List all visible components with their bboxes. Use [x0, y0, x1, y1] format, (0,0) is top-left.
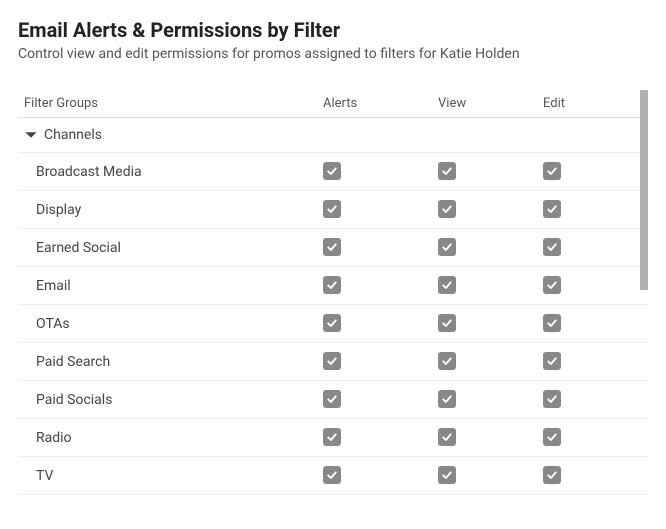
- cell-alerts: [323, 390, 438, 409]
- checkbox-alerts[interactable]: [323, 162, 341, 180]
- col-header-filter-groups: Filter Groups: [18, 96, 323, 111]
- checkbox-edit[interactable]: [543, 162, 561, 180]
- table-header: Filter Groups Alerts View Edit: [18, 90, 648, 118]
- cell-edit: [543, 428, 633, 447]
- cell-view: [438, 466, 543, 485]
- group-row-channels[interactable]: Channels: [18, 118, 648, 153]
- checkbox-alerts[interactable]: [323, 390, 341, 408]
- cell-view: [438, 238, 543, 257]
- table-row: Email: [18, 267, 648, 305]
- checkbox-alerts[interactable]: [323, 314, 341, 332]
- cell-edit: [543, 390, 633, 409]
- cell-alerts: [323, 162, 438, 181]
- checkbox-view[interactable]: [438, 276, 456, 294]
- checkbox-view[interactable]: [438, 162, 456, 180]
- cell-alerts: [323, 238, 438, 257]
- cell-alerts: [323, 466, 438, 485]
- checkbox-view[interactable]: [438, 314, 456, 332]
- cell-edit: [543, 238, 633, 257]
- row-label: TV: [18, 468, 323, 484]
- cell-edit: [543, 314, 633, 333]
- col-header-alerts: Alerts: [323, 96, 438, 111]
- row-label: Radio: [18, 430, 323, 446]
- col-header-view: View: [438, 96, 543, 111]
- row-label: Display: [18, 202, 323, 218]
- cell-view: [438, 200, 543, 219]
- col-header-edit: Edit: [543, 96, 633, 111]
- checkbox-edit[interactable]: [543, 314, 561, 332]
- checkbox-alerts[interactable]: [323, 276, 341, 294]
- table-row: OTAs: [18, 305, 648, 343]
- checkbox-view[interactable]: [438, 390, 456, 408]
- cell-alerts: [323, 314, 438, 333]
- scrollbar-thumb[interactable]: [640, 90, 648, 290]
- checkbox-edit[interactable]: [543, 238, 561, 256]
- cell-view: [438, 162, 543, 181]
- checkbox-edit[interactable]: [543, 428, 561, 446]
- checkbox-alerts[interactable]: [323, 200, 341, 218]
- row-label: Paid Search: [18, 354, 323, 370]
- cell-alerts: [323, 276, 438, 295]
- page-subtitle: Control view and edit permissions for pr…: [18, 46, 648, 62]
- row-label: Paid Socials: [18, 392, 323, 408]
- scrollbar-track[interactable]: [640, 90, 648, 500]
- table-row: Broadcast Media: [18, 153, 648, 191]
- checkbox-view[interactable]: [438, 238, 456, 256]
- cell-view: [438, 352, 543, 371]
- checkbox-alerts[interactable]: [323, 352, 341, 370]
- permissions-table: Filter Groups Alerts View Edit Channels …: [18, 90, 648, 500]
- cell-view: [438, 314, 543, 333]
- cell-view: [438, 276, 543, 295]
- checkbox-edit[interactable]: [543, 276, 561, 294]
- cell-alerts: [323, 200, 438, 219]
- checkbox-edit[interactable]: [543, 200, 561, 218]
- cell-edit: [543, 352, 633, 371]
- table-row: Paid Socials: [18, 381, 648, 419]
- chevron-down-icon: [24, 128, 38, 142]
- checkbox-alerts[interactable]: [323, 428, 341, 446]
- group-label: Channels: [44, 127, 102, 143]
- cell-edit: [543, 162, 633, 181]
- table-row: TV: [18, 457, 648, 495]
- checkbox-view[interactable]: [438, 466, 456, 484]
- table-row: Paid Search: [18, 343, 648, 381]
- checkbox-alerts[interactable]: [323, 466, 341, 484]
- cell-edit: [543, 200, 633, 219]
- row-label: Earned Social: [18, 240, 323, 256]
- cell-edit: [543, 466, 633, 485]
- checkbox-view[interactable]: [438, 200, 456, 218]
- table-row: Earned Social: [18, 229, 648, 267]
- page-title: Email Alerts & Permissions by Filter: [18, 18, 648, 42]
- table-row: Radio: [18, 419, 648, 457]
- row-label: Broadcast Media: [18, 164, 323, 180]
- row-label: Email: [18, 278, 323, 294]
- checkbox-alerts[interactable]: [323, 238, 341, 256]
- table-row: Display: [18, 191, 648, 229]
- checkbox-view[interactable]: [438, 352, 456, 370]
- cell-view: [438, 390, 543, 409]
- cell-edit: [543, 276, 633, 295]
- cell-alerts: [323, 428, 438, 447]
- cell-view: [438, 428, 543, 447]
- checkbox-edit[interactable]: [543, 466, 561, 484]
- cell-alerts: [323, 352, 438, 371]
- checkbox-view[interactable]: [438, 428, 456, 446]
- row-label: OTAs: [18, 316, 323, 332]
- checkbox-edit[interactable]: [543, 390, 561, 408]
- checkbox-edit[interactable]: [543, 352, 561, 370]
